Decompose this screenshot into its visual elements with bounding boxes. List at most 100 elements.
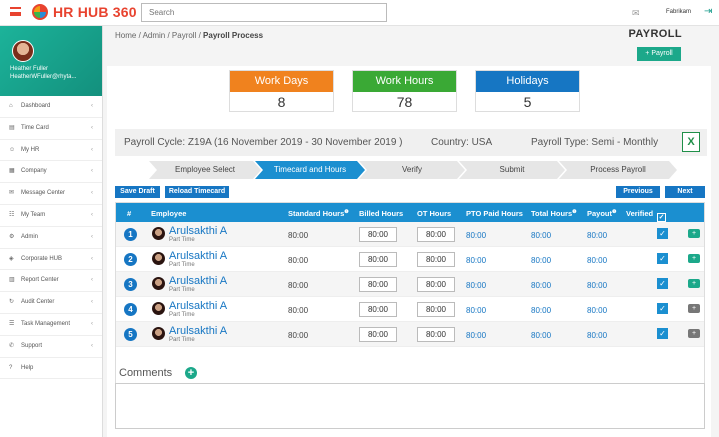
- pto-hours[interactable]: 80:00: [466, 281, 486, 290]
- col-standard-hours[interactable]: Standard Hours❶: [288, 209, 349, 218]
- sidebar-item-label: Audit Center: [21, 299, 55, 306]
- col-pto-hours[interactable]: PTO Paid Hours: [466, 209, 523, 218]
- menu-icon[interactable]: [10, 7, 21, 16]
- sidebar-item-help[interactable]: ? Help: [0, 358, 102, 380]
- user-email[interactable]: HeatherWFuller@rhyta...: [10, 74, 76, 80]
- col-total-hours[interactable]: Total Hours❶: [531, 209, 577, 218]
- report-icon: ▥: [9, 277, 15, 284]
- total-hours[interactable]: 80:00: [531, 306, 551, 315]
- billed-hours-input[interactable]: 80:00: [359, 227, 397, 242]
- ot-hours-input[interactable]: 80:00: [417, 277, 455, 292]
- sidebar-item-corporate-hub[interactable]: ◈ Corporate HUB ‹: [0, 249, 102, 271]
- company-name[interactable]: Fabrikam: [666, 9, 691, 15]
- billed-hours-input[interactable]: 80:00: [359, 252, 397, 267]
- chevron-right-icon: ‹: [91, 190, 93, 197]
- excel-export-icon[interactable]: X: [682, 132, 700, 152]
- comment-icon[interactable]: +: [688, 279, 700, 288]
- previous-button[interactable]: Previous: [616, 186, 660, 198]
- billed-hours-input[interactable]: 80:00: [359, 327, 397, 342]
- search-input[interactable]: [141, 3, 387, 22]
- sidebar-item-message-center[interactable]: ✉ Message Center ‹: [0, 183, 102, 205]
- ot-hours-input[interactable]: 80:00: [417, 252, 455, 267]
- verified-checkbox[interactable]: ✓: [657, 253, 668, 264]
- sidebar-item-time-card[interactable]: ▤ Time Card ‹: [0, 118, 102, 140]
- col-verified[interactable]: Verified: [626, 209, 653, 218]
- pto-hours[interactable]: 80:00: [466, 306, 486, 315]
- pto-hours[interactable]: 80:00: [466, 256, 486, 265]
- payout[interactable]: 80:00: [587, 256, 607, 265]
- step-timecard-hours[interactable]: Timecard and Hours: [255, 161, 365, 179]
- col-ot-hours[interactable]: OT Hours: [417, 209, 451, 218]
- add-payroll-button[interactable]: + Payroll: [637, 47, 681, 61]
- total-hours[interactable]: 80:00: [531, 331, 551, 340]
- verified-checkbox[interactable]: ✓: [657, 278, 668, 289]
- add-comment-button[interactable]: +: [185, 367, 197, 379]
- employee-name[interactable]: Arulsakthi A: [169, 300, 227, 312]
- reload-timecard-button[interactable]: Reload Timecard: [165, 186, 229, 198]
- payout[interactable]: 80:00: [587, 281, 607, 290]
- col-billed-hours[interactable]: Billed Hours: [359, 209, 403, 218]
- verified-checkbox[interactable]: ✓: [657, 328, 668, 339]
- sidebar-item-task-management[interactable]: ☰ Task Management ‹: [0, 314, 102, 336]
- step-employee-select[interactable]: Employee Select: [149, 161, 261, 179]
- payout[interactable]: 80:00: [587, 306, 607, 315]
- payroll-type-label: Payroll Type:: [531, 137, 589, 148]
- breadcrumb: Home / Admin / Payroll / Payroll Process: [115, 31, 263, 40]
- col-payout[interactable]: Payout❶: [587, 209, 617, 218]
- team-icon: ☷: [9, 211, 15, 218]
- mail-icon[interactable]: ✉: [632, 8, 640, 19]
- ot-hours-input[interactable]: 80:00: [417, 227, 455, 242]
- comments-label: Comments: [119, 367, 173, 379]
- sidebar-item-support[interactable]: ✆ Support ‹: [0, 336, 102, 358]
- total-hours[interactable]: 80:00: [531, 231, 551, 240]
- comments-box[interactable]: [115, 383, 705, 429]
- sidebar-item-label: Task Management: [21, 320, 71, 327]
- sidebar-item-company[interactable]: ▦ Company ‹: [0, 161, 102, 184]
- sidebar-item-my-team[interactable]: ☷ My Team ‹: [0, 205, 102, 227]
- verified-checkbox[interactable]: ✓: [657, 228, 668, 239]
- pto-hours[interactable]: 80:00: [466, 331, 486, 340]
- comment-icon[interactable]: +: [688, 254, 700, 263]
- col-total-hours-label: Total Hours: [531, 209, 573, 218]
- table-body: 1 Arulsakthi A Part Time 80:00 80:00 80:00 80:…: [116, 222, 704, 347]
- ot-hours-input[interactable]: 80:00: [417, 302, 455, 317]
- sidebar-item-audit-center[interactable]: ↻ Audit Center ‹: [0, 292, 102, 314]
- stat-value: 78: [396, 94, 413, 110]
- comment-icon[interactable]: +: [688, 329, 700, 338]
- pto-hours[interactable]: 80:00: [466, 231, 486, 240]
- payroll-panel: Work Days 8 Work Hours 78 Holidays 5 Payrol…: [107, 66, 711, 437]
- step-verify[interactable]: Verify: [359, 161, 465, 179]
- step-process-payroll[interactable]: Process Payroll: [559, 161, 677, 179]
- sidebar-item-report-center[interactable]: ▥ Report Center ‹: [0, 270, 102, 293]
- employee-name[interactable]: Arulsakthi A: [169, 250, 227, 262]
- payout[interactable]: 80:00: [587, 331, 607, 340]
- breadcrumb-trail[interactable]: Home / Admin / Payroll /: [115, 31, 203, 40]
- sidebar-item-label: Company: [21, 168, 47, 175]
- sidebar-item-dashboard[interactable]: ⌂ Dashboard ‹: [0, 96, 102, 118]
- table-row: 2 Arulsakthi A Part Time 80:00 80:00 80:00 80:…: [116, 247, 704, 272]
- total-hours[interactable]: 80:00: [531, 256, 551, 265]
- payout[interactable]: 80:00: [587, 231, 607, 240]
- chevron-right-icon: ‹: [91, 233, 93, 240]
- total-hours[interactable]: 80:00: [531, 281, 551, 290]
- billed-hours-input[interactable]: 80:00: [359, 277, 397, 292]
- sidebar-item-my-hr[interactable]: ☺ My HR ‹: [0, 140, 102, 162]
- step-submit[interactable]: Submit: [459, 161, 565, 179]
- comment-icon[interactable]: +: [688, 304, 700, 313]
- cycle-label: Payroll Cycle:: [124, 137, 186, 148]
- employee-name[interactable]: Arulsakthi A: [169, 225, 227, 237]
- ot-hours-input[interactable]: 80:00: [417, 327, 455, 342]
- comment-icon[interactable]: +: [688, 229, 700, 238]
- employee-name[interactable]: Arulsakthi A: [169, 275, 227, 287]
- stat-value: 5: [523, 94, 532, 110]
- verified-checkbox[interactable]: ✓: [657, 303, 668, 314]
- col-employee[interactable]: Employee: [151, 209, 186, 218]
- avatar[interactable]: [12, 40, 34, 62]
- employee-name[interactable]: Arulsakthi A: [169, 325, 227, 337]
- next-button[interactable]: Next: [665, 186, 705, 198]
- save-draft-button[interactable]: Save Draft: [115, 186, 160, 198]
- sidebar-item-admin[interactable]: ⚙ Admin ‹: [0, 227, 102, 249]
- logout-icon[interactable]: ⇥: [704, 6, 712, 17]
- billed-hours-input[interactable]: 80:00: [359, 302, 397, 317]
- sidebar-item-label: My HR: [21, 146, 40, 153]
